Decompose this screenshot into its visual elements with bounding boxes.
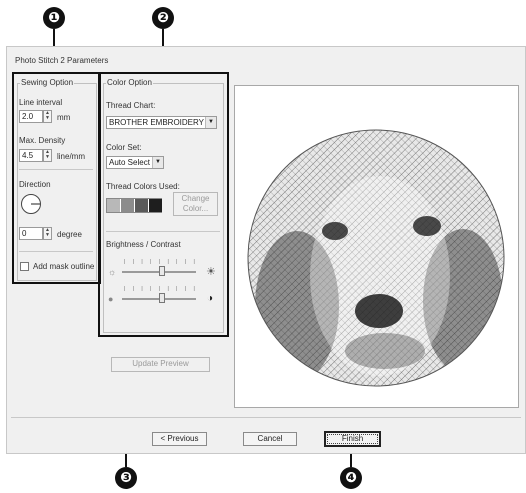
thread-colors-label: Thread Colors Used: [106, 182, 180, 191]
contrast-ticks: | | | | | | | | | [124, 286, 198, 292]
line-interval-unit: mm [57, 113, 71, 122]
previous-button[interactable]: < Previous [152, 432, 207, 446]
thread-chart-label: Thread Chart: [106, 101, 156, 110]
contrast-low-icon: ● [108, 294, 114, 304]
direction-label: Direction [19, 180, 51, 189]
direction-dial-icon[interactable] [20, 193, 42, 215]
thread-chart-value: BROTHER EMBROIDERY [109, 118, 204, 127]
direction-unit: degree [57, 230, 82, 239]
brightness-ticks: | | | | | | | | | [124, 259, 198, 265]
thread-swatches [106, 198, 162, 213]
line-interval-label: Line interval [19, 98, 63, 107]
max-density-label: Max. Density [19, 136, 66, 145]
swatch-2 [121, 199, 134, 212]
line-interval-spinner[interactable]: ▲ ▼ [43, 110, 52, 123]
direction-spinner[interactable]: ▲ ▼ [43, 227, 52, 240]
swatch-3 [135, 199, 148, 212]
max-density-spinner[interactable]: ▲ ▼ [43, 149, 52, 162]
max-density-unit: line/mm [57, 152, 86, 161]
dialog-title: Photo Stitch 2 Parameters [15, 56, 109, 65]
contrast-high-icon: ◑ [207, 293, 214, 304]
update-preview-button[interactable]: Update Preview [111, 357, 210, 372]
chevron-down-icon[interactable]: ▼ [152, 157, 163, 168]
thread-chart-select[interactable]: BROTHER EMBROIDERY ▼ [106, 116, 217, 129]
dog-preview-image [247, 129, 505, 387]
add-mask-checkbox[interactable] [20, 262, 29, 271]
sewing-option-label: Sewing Option [20, 78, 75, 87]
swatch-4 [149, 199, 162, 212]
sewing-divider-2 [19, 251, 93, 252]
cancel-button[interactable]: Cancel [243, 432, 297, 446]
callout-4: ❹ [340, 467, 362, 489]
sewing-divider-1 [19, 169, 93, 170]
bottom-divider [11, 417, 521, 418]
callout-2: ❷ [152, 7, 174, 29]
brightness-low-icon: ☼ [108, 267, 117, 277]
preview-canvas [234, 85, 519, 408]
color-set-select[interactable]: Auto Select ▼ [106, 156, 164, 169]
brightness-high-icon: ☀ [206, 266, 216, 278]
finish-button[interactable]: Finish [324, 431, 381, 447]
add-mask-label: Add mask outline [33, 262, 95, 271]
color-option-label: Color Option [106, 78, 153, 87]
color-set-label: Color Set: [106, 143, 142, 152]
photo-stitch-dialog: Photo Stitch 2 Parameters Sewing Option … [6, 46, 526, 454]
direction-input[interactable]: 0 [19, 227, 43, 240]
brightness-thumb[interactable] [159, 266, 165, 276]
chevron-down-icon[interactable]: ▼ [205, 117, 216, 128]
callout-3: ❸ [115, 467, 137, 489]
contrast-thumb[interactable] [159, 293, 165, 303]
callout-1: ❶ [43, 7, 65, 29]
swatch-1 [107, 199, 120, 212]
color-set-value: Auto Select [109, 158, 150, 167]
line-interval-input[interactable]: 2.0 [19, 110, 43, 123]
color-divider [106, 231, 220, 232]
change-color-button[interactable]: Change Color... [173, 192, 218, 216]
max-density-input[interactable]: 4.5 [19, 149, 43, 162]
brightness-contrast-label: Brightness / Contrast [106, 240, 181, 249]
